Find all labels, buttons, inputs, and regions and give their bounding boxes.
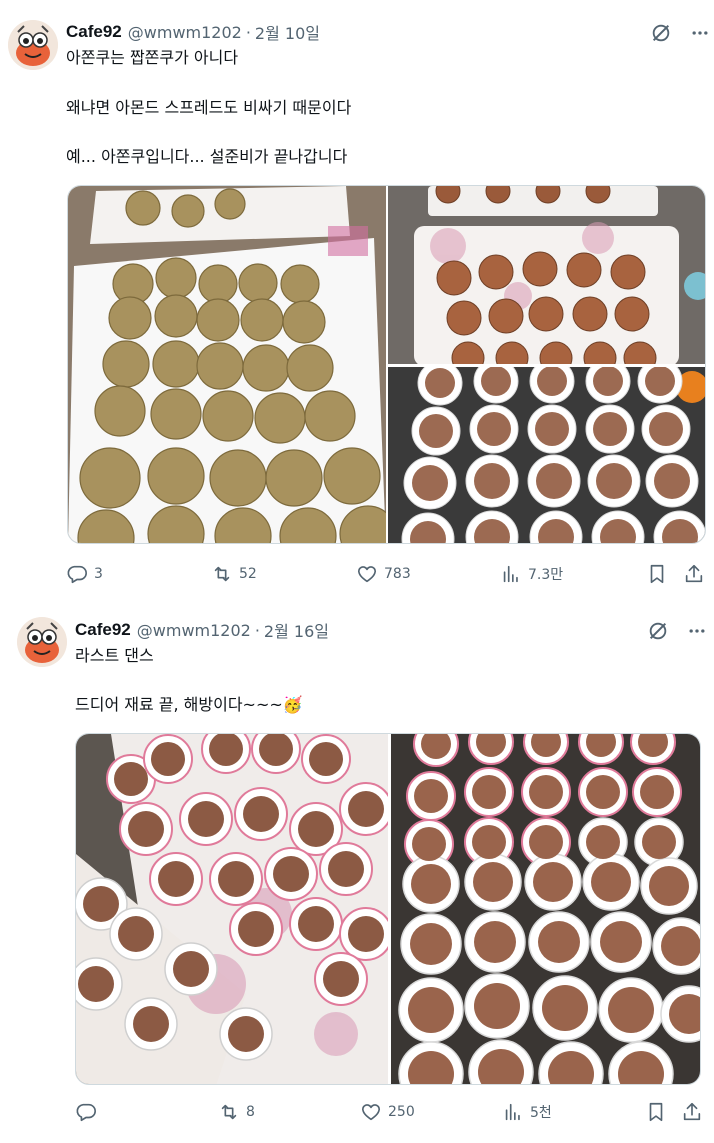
photo-chocolate-cups[interactable] [388, 367, 705, 543]
repost-count: 8 [246, 1104, 255, 1120]
like-button[interactable]: 250 [360, 1100, 415, 1124]
views-button[interactable]: 5천 [502, 1100, 552, 1124]
repost-button[interactable]: 8 [218, 1100, 255, 1124]
post-text-line: 왜냐면 아몬드 스프레드도 비싸기 때문이다 [66, 98, 352, 117]
like-count: 783 [384, 566, 411, 582]
photo-coconut-balls[interactable] [68, 186, 386, 543]
bookmark-button[interactable] [646, 562, 668, 586]
views-button[interactable]: 7.3만 [500, 562, 563, 586]
share-icon [683, 1102, 701, 1121]
photo-chocolate-tray[interactable] [388, 186, 705, 364]
photo-many-cups[interactable] [391, 734, 700, 1084]
view-count: 5천 [530, 1105, 552, 1121]
party-emoji: 🥳 [282, 695, 303, 714]
post-text-line: 드디어 재료 끝, 해방이다~~~🥳 [75, 694, 303, 716]
post-date[interactable]: 2월 16일 [264, 618, 329, 642]
reply-button[interactable] [75, 1100, 103, 1124]
like-icon [361, 1104, 381, 1121]
views-icon [505, 1103, 520, 1121]
post-text-line: 예... 아쫀쿠입니다... 설준비가 끝나갑니다 [66, 147, 348, 166]
avatar[interactable] [17, 617, 67, 667]
photo-tray-cups[interactable] [76, 734, 388, 1084]
bookmark-icon [650, 564, 664, 584]
share-button[interactable] [683, 562, 705, 586]
post-actions: 8 250 5천 [75, 1100, 705, 1124]
repost-icon [221, 1104, 237, 1120]
post-header: Cafe92 @wmwm1202 · 2월 10일 [66, 20, 320, 44]
like-icon [357, 566, 377, 583]
post-date[interactable]: 2월 10일 [255, 20, 320, 44]
post-text-line: 라스트 댄스 [75, 646, 154, 665]
avatar[interactable] [8, 20, 58, 70]
post-media [75, 733, 701, 1085]
view-count: 7.3만 [528, 567, 564, 583]
reply-icon [67, 565, 87, 584]
reply-icon [76, 1103, 96, 1122]
bookmark-icon [649, 1102, 663, 1122]
author-handle[interactable]: @wmwm1202 [128, 23, 242, 42]
share-button[interactable] [681, 1100, 703, 1124]
like-button[interactable]: 783 [356, 562, 411, 586]
grok-icon[interactable] [647, 620, 669, 642]
author-name[interactable]: Cafe92 [66, 22, 122, 42]
post-media [67, 185, 706, 544]
post-text-line: 아쫀쿠는 짭쫀쿠가 아니다 [66, 48, 239, 67]
grok-icon[interactable] [650, 22, 672, 44]
reply-count: 3 [94, 566, 103, 582]
author-handle[interactable]: @wmwm1202 [137, 621, 251, 640]
reply-button[interactable]: 3 [66, 562, 103, 586]
share-icon [685, 564, 703, 583]
more-icon[interactable] [687, 621, 707, 641]
post-1: Cafe92 @wmwm1202 · 2월 10일 아쫀쿠는 짭쫀쿠가 아니다 … [0, 0, 714, 600]
separator: · [254, 620, 260, 640]
like-count: 250 [388, 1104, 415, 1120]
post-actions: 3 52 783 7.3만 [66, 562, 706, 586]
bookmark-button[interactable] [645, 1100, 667, 1124]
views-icon [503, 565, 518, 583]
more-icon[interactable] [690, 23, 710, 43]
author-name[interactable]: Cafe92 [75, 620, 131, 640]
post-header: Cafe92 @wmwm1202 · 2월 16일 [75, 618, 329, 642]
repost-count: 52 [239, 566, 257, 582]
repost-icon [214, 566, 230, 582]
repost-button[interactable]: 52 [211, 562, 257, 586]
separator: · [245, 22, 251, 42]
post-2: Cafe92 @wmwm1202 · 2월 16일 라스트 댄스 드디어 재료 … [0, 600, 714, 1143]
post-text: 드디어 재료 끝, 해방이다~~~ [75, 695, 283, 714]
